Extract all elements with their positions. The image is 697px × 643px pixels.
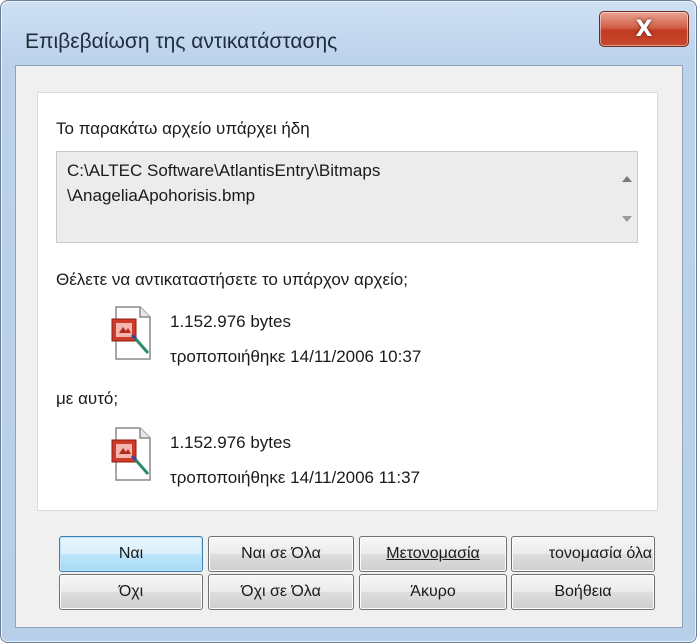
rename-all-button[interactable]: τονομασία όλα [511,536,655,572]
dialog-client-area: Το παρακάτω αρχείο υπάρχει ήδη C:\ALTEC … [15,65,683,628]
cancel-button[interactable]: Άκυρο [359,574,507,610]
with-this-label: με αυτό; [56,389,119,408]
yes-button[interactable]: Ναι [59,536,203,572]
file-path-text: C:\ALTEC Software\AtlantisEntry\Bitmaps … [67,158,607,208]
rename-button-label: Μετονομασία [386,545,480,562]
rename-button[interactable]: Μετονομασία [359,536,507,572]
file-path-box[interactable]: C:\ALTEC Software\AtlantisEntry\Bitmaps … [56,151,638,243]
existing-file-heading: Το παρακάτω αρχείο υπάρχει ήδη [56,119,310,138]
yes-to-all-button[interactable]: Ναι σε Όλα [208,536,354,572]
scroll-up-icon[interactable] [622,176,632,182]
no-button[interactable]: Όχι [59,574,203,610]
close-icon: X [635,16,653,42]
file-path-line-2: \AnageliaApohorisis.bmp [67,186,256,205]
bitmap-file-icon [111,306,151,360]
bitmap-file-icon [111,427,151,481]
old-file-modified: τροποποιήθηκε 14/11/2006 10:37 [170,347,422,366]
new-file-size: 1.152.976 bytes [170,433,291,452]
rename-all-button-label: τονομασία όλα [548,545,652,562]
dialog-window: Επιβεβαίωση της αντικατάστασης X Το παρα… [0,0,697,643]
help-button[interactable]: Βοήθεια [511,574,655,610]
replace-question: Θέλετε να αντικαταστήσετε το υπάρχον αρχ… [56,270,408,289]
info-panel: Το παρακάτω αρχείο υπάρχει ήδη C:\ALTEC … [37,92,658,511]
dialog-title: Επιβεβαίωση της αντικατάστασης [25,30,338,53]
path-scrollbar[interactable] [617,152,637,242]
scroll-down-icon[interactable] [622,216,632,222]
new-file-modified: τροποποιήθηκε 14/11/2006 11:37 [170,468,421,487]
close-button[interactable]: X [599,11,689,47]
old-file-size: 1.152.976 bytes [170,312,291,331]
file-path-line-1: C:\ALTEC Software\AtlantisEntry\Bitmaps [67,161,381,180]
no-to-all-button[interactable]: Όχι σε Όλα [208,574,354,610]
